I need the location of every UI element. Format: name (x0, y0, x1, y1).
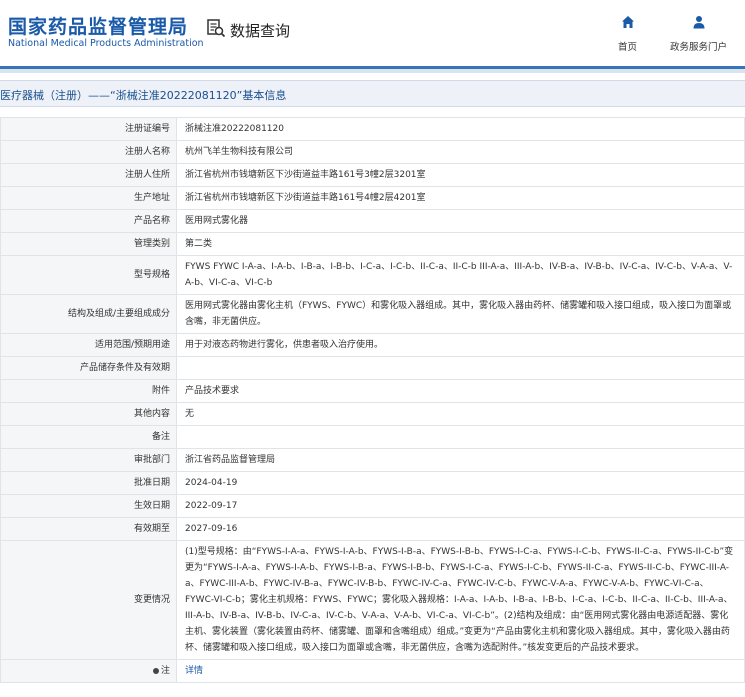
row-label: 适用范围/预期用途 (0, 333, 177, 357)
row-value: 浙江省药品监督管理局 (176, 448, 745, 472)
page-title: 医疗器械（注册）——“浙械注准20222081120”基本信息 (0, 89, 287, 102)
site-header: 国家药品监督管理局 National Medical Products Admi… (0, 0, 745, 64)
row-label: 产品储存条件及有效期 (0, 356, 177, 380)
row-label: 注册人住所 (0, 163, 177, 187)
row-value (176, 356, 745, 380)
row-label: 型号规格 (0, 255, 177, 295)
row-label: 生产地址 (0, 186, 177, 210)
nav-service-portal[interactable]: 政务服务门户 (670, 14, 727, 53)
note-label: 注 (160, 666, 170, 676)
table-row: 型号规格 FYWS FYWC I-A-a、I-A-b、I-B-a、I-B-b、I… (0, 255, 745, 295)
row-value: 浙江省杭州市钱塘新区下沙街道益丰路161号4幢2层4201室 (176, 186, 745, 210)
row-label: 结构及组成/主要组成成分 (0, 294, 177, 334)
table-row: 注册证编号 浙械注准20222081120 (0, 117, 745, 141)
table-row: 注 详情 (0, 659, 745, 683)
row-label: 有效期至 (0, 517, 177, 541)
row-value: 产品技术要求 (176, 379, 745, 403)
row-value (176, 425, 745, 449)
row-value: 医用网式雾化器 (176, 209, 745, 233)
table-row: 备注 (0, 425, 745, 449)
device-info-table: 注册证编号 浙械注准20222081120 注册人名称 杭州飞羊生物科技有限公司… (0, 117, 745, 683)
data-query-title: 数据查询 (230, 21, 291, 40)
row-value: FYWS FYWC I-A-a、I-A-b、I-B-a、I-B-b、I-C-a、… (176, 255, 745, 295)
details-link[interactable]: 详情 (185, 666, 203, 676)
table-row: 批准日期 2024-04-19 (0, 471, 745, 495)
row-label: 注册证编号 (0, 117, 177, 141)
row-value: 浙械注准20222081120 (176, 117, 745, 141)
table-row: 管理类别 第二类 (0, 232, 745, 256)
table-row: 适用范围/预期用途 用于对液态药物进行雾化，供患者吸入治疗使用。 (0, 333, 745, 357)
row-label: 管理类别 (0, 232, 177, 256)
site-logo-en[interactable]: National Medical Products Administration (8, 38, 204, 49)
table-row: 变更情况 (1)型号规格：由“FYWS-I-A-a、FYWS-I-A-b、FYW… (0, 540, 745, 660)
row-value: 用于对液态药物进行雾化，供患者吸入治疗使用。 (176, 333, 745, 357)
header-divider-shadow (0, 69, 745, 73)
table-row: 注册人住所 浙江省杭州市钱塘新区下沙街道益丰路161号3幢2层3201室 (0, 163, 745, 187)
row-value: 第二类 (176, 232, 745, 256)
site-logo-cn[interactable]: 国家药品监督管理局 (8, 12, 188, 39)
bullet-icon (152, 667, 159, 674)
table-row: 产品储存条件及有效期 (0, 356, 745, 380)
table-row: 产品名称 医用网式雾化器 (0, 209, 745, 233)
table-row: 附件 产品技术要求 (0, 379, 745, 403)
table-row: 结构及组成/主要组成成分 医用网式雾化器由雾化主机（FYWS、FYWC）和雾化吸… (0, 294, 745, 334)
note-value-cell: 详情 (176, 659, 745, 683)
table-row: 生产地址 浙江省杭州市钱塘新区下沙街道益丰路161号4幢2层4201室 (0, 186, 745, 210)
table-row: 其他内容 无 (0, 402, 745, 426)
table-row: 有效期至 2027-09-16 (0, 517, 745, 541)
note-label-cell: 注 (0, 659, 177, 683)
row-value: 无 (176, 402, 745, 426)
row-label: 生效日期 (0, 494, 177, 518)
nav-service-label: 政务服务门户 (670, 42, 728, 53)
row-value: 浙江省杭州市钱塘新区下沙街道益丰路161号3幢2层3201室 (176, 163, 745, 187)
table-row: 生效日期 2022-09-17 (0, 494, 745, 518)
row-label: 审批部门 (0, 448, 177, 472)
row-value: 2022-09-17 (176, 494, 745, 518)
row-label: 批准日期 (0, 471, 177, 495)
row-label: 变更情况 (0, 540, 177, 660)
row-value: 杭州飞羊生物科技有限公司 (176, 140, 745, 164)
data-query-heading: 数据查询 (206, 18, 290, 42)
row-label: 其他内容 (0, 402, 177, 426)
row-value: (1)型号规格：由“FYWS-I-A-a、FYWS-I-A-b、FYWS-I-B… (176, 540, 745, 660)
table-row: 注册人名称 杭州飞羊生物科技有限公司 (0, 140, 745, 164)
row-label: 注册人名称 (0, 140, 177, 164)
data-query-icon (206, 18, 226, 42)
home-icon (621, 14, 635, 33)
row-value: 2027-09-16 (176, 517, 745, 541)
user-icon (692, 14, 706, 33)
row-value: 2024-04-19 (176, 471, 745, 495)
row-label: 备注 (0, 425, 177, 449)
row-label: 附件 (0, 379, 177, 403)
row-value: 医用网式雾化器由雾化主机（FYWS、FYWC）和雾化吸入器组成。其中，雾化吸入器… (176, 294, 745, 334)
nav-home[interactable]: 首页 (618, 14, 637, 53)
page-title-bar: 医疗器械（注册）——“浙械注准20222081120”基本信息 (0, 80, 745, 107)
row-label: 产品名称 (0, 209, 177, 233)
nav-home-label: 首页 (618, 42, 638, 53)
table-row: 审批部门 浙江省药品监督管理局 (0, 448, 745, 472)
